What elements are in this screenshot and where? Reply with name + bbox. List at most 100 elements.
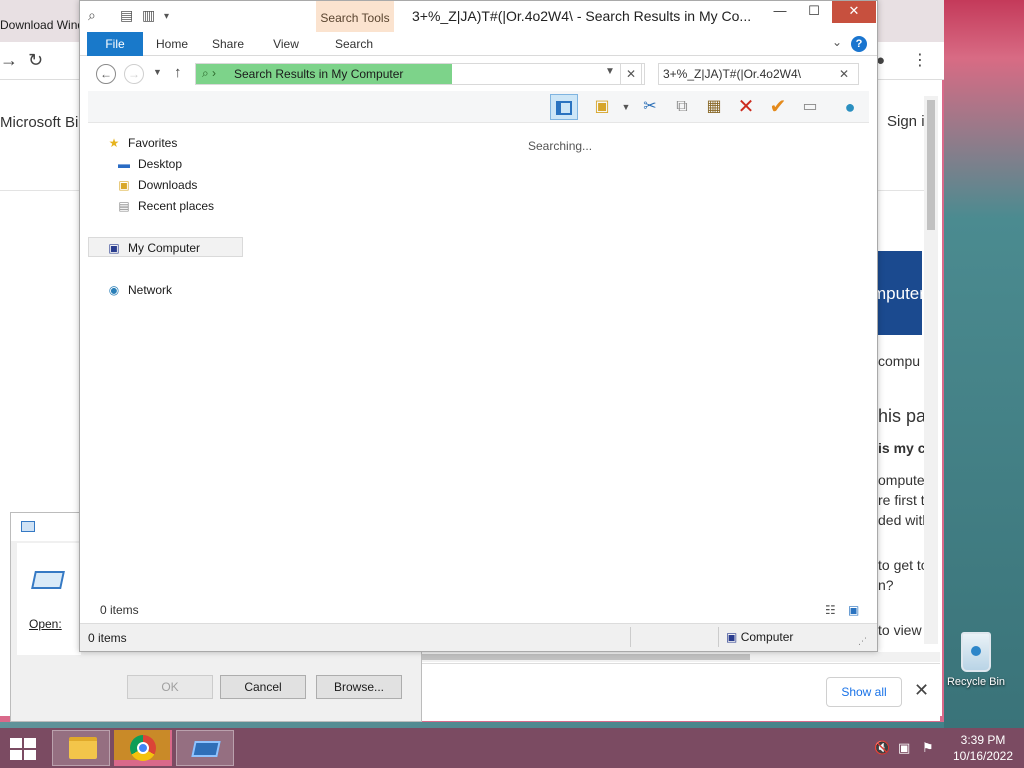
- paste-icon[interactable]: ▦: [700, 94, 728, 120]
- tab-file[interactable]: File: [87, 32, 143, 56]
- tab-home[interactable]: Home: [150, 32, 194, 56]
- help-icon[interactable]: ?: [851, 36, 867, 52]
- minimize-button[interactable]: —: [763, 1, 797, 23]
- forward-arrow-icon[interactable]: →: [124, 64, 144, 84]
- clock[interactable]: 3:39 PM 10/16/2022: [948, 732, 1018, 764]
- scrollbar-thumb[interactable]: [420, 654, 750, 660]
- action-center-icon[interactable]: ⚑: [922, 740, 934, 756]
- clock-date: 10/16/2022: [952, 749, 1014, 763]
- ok-button[interactable]: OK: [127, 675, 213, 699]
- windows-logo-icon: [24, 738, 36, 748]
- volume-muted-icon[interactable]: 🔇: [874, 740, 890, 756]
- clear-search-icon[interactable]: ✕: [839, 67, 849, 81]
- close-button[interactable]: ✕: [832, 1, 876, 23]
- cut-icon[interactable]: ✂: [636, 94, 664, 120]
- nav-desktop-label: Desktop: [138, 157, 183, 171]
- search-icon[interactable]: ⌕: [88, 7, 96, 24]
- stop-search-button[interactable]: ✕: [620, 63, 642, 85]
- divider: [630, 627, 631, 647]
- taskbar-run[interactable]: [176, 730, 234, 766]
- banner-text: mputer: [878, 284, 922, 303]
- desktop-icon: ▬: [118, 157, 130, 171]
- navigation-pane: ★ Favorites ▬ Desktop ▣ Downloads ▤ Recent p…: [88, 123, 248, 623]
- page-text-line: compu: [878, 353, 921, 369]
- maximize-button[interactable]: ☐: [797, 1, 831, 23]
- chevron-down-icon[interactable]: ⌄: [832, 35, 842, 49]
- recycle-bin-label: Recycle Bin: [946, 676, 1006, 688]
- nav-network-label: Network: [128, 283, 173, 297]
- status-location-label: Computer: [740, 630, 794, 644]
- rename-check-icon[interactable]: ✔: [764, 94, 792, 120]
- globe-icon[interactable]: ●: [836, 94, 864, 120]
- forward-arrow-icon[interactable]: →: [0, 50, 18, 71]
- address-bar[interactable]: ⌕ › Search Results in My Computer ▼: [195, 63, 645, 85]
- network-tray-icon[interactable]: ▣: [898, 740, 910, 756]
- open-label: Open:: [29, 617, 62, 631]
- horizontal-scrollbar[interactable]: [420, 652, 940, 662]
- preview-pane-icon[interactable]: [550, 94, 578, 120]
- file-list-area[interactable]: Searching...: [248, 123, 868, 603]
- taskbar: 🔇 ▣ ⚑ 3:39 PM 10/16/2022: [0, 728, 1024, 768]
- properties-icon[interactable]: ▭: [796, 94, 824, 120]
- status-bar: 0 items ▣ Computer ⋰: [80, 623, 877, 651]
- nav-downloads[interactable]: ▣ Downloads: [116, 175, 197, 195]
- vertical-scrollbar[interactable]: [924, 96, 938, 644]
- sign-in-link[interactable]: Sign i: [887, 113, 925, 130]
- chrome-tab-title[interactable]: Download Wind: [0, 18, 84, 32]
- nav-favorites[interactable]: ★ Favorites: [106, 133, 178, 153]
- tab-share[interactable]: Share: [206, 32, 250, 56]
- recycle-bin-icon: [961, 632, 991, 672]
- page-banner: mputer: [878, 251, 922, 335]
- search-query-text: 3+%_Z|JA)T#(|Or.4o2W4\: [663, 67, 801, 81]
- back-arrow-icon[interactable]: ←: [96, 64, 116, 84]
- page-text-line: ded with: [878, 512, 924, 528]
- large-icons-view-icon[interactable]: ▣: [848, 603, 859, 617]
- properties-icon[interactable]: ▤: [120, 7, 133, 24]
- close-icon[interactable]: ✕: [914, 680, 929, 701]
- bing-brand-text[interactable]: Microsoft Bin: [0, 114, 87, 131]
- customize-qat-icon[interactable]: ▾: [164, 11, 169, 22]
- search-tools-context-tab[interactable]: Search Tools: [316, 1, 394, 32]
- delete-icon[interactable]: ✕: [732, 94, 760, 120]
- star-icon: ★: [108, 136, 120, 150]
- copy-icon[interactable]: ⧉: [668, 94, 696, 120]
- reload-icon[interactable]: ↻: [28, 50, 43, 71]
- tab-view[interactable]: View: [264, 32, 308, 56]
- taskbar-chrome[interactable]: [114, 730, 172, 766]
- chrome-icon: [130, 735, 156, 761]
- nav-favorites-label: Favorites: [128, 136, 178, 150]
- up-arrow-icon[interactable]: ↑: [174, 64, 182, 81]
- page-text-line: to view: [878, 622, 922, 638]
- run-icon: [21, 521, 35, 532]
- page-heading: his pag: [878, 406, 924, 426]
- tab-search[interactable]: Search: [320, 32, 388, 56]
- page-text-line: n?: [878, 577, 894, 593]
- divider: [878, 190, 924, 191]
- scrollbar-thumb[interactable]: [927, 100, 935, 230]
- folder-icon: [69, 737, 97, 759]
- page-text-line: ompute: [878, 472, 924, 488]
- nav-my-computer[interactable]: ▣ My Computer: [88, 237, 243, 257]
- taskbar-file-explorer[interactable]: [52, 730, 110, 766]
- nav-downloads-label: Downloads: [138, 178, 198, 192]
- show-all-button[interactable]: Show all: [826, 677, 902, 707]
- nav-recent-places[interactable]: ▤ Recent places: [116, 196, 214, 216]
- nav-network[interactable]: ◉ Network: [106, 280, 172, 300]
- cancel-button[interactable]: Cancel: [220, 675, 306, 699]
- address-text: Search Results in My Computer: [234, 67, 404, 81]
- resize-grip-icon[interactable]: ⋰: [858, 636, 867, 647]
- ribbon-tab-bar: File Home Share View Search ⌄ ?: [80, 32, 877, 56]
- recent-locations-chevron-icon[interactable]: ▼: [153, 67, 162, 77]
- browse-button[interactable]: Browse...: [316, 675, 402, 699]
- nav-desktop[interactable]: ▬ Desktop: [116, 154, 182, 174]
- menu-kebab-icon[interactable]: ⋮: [912, 50, 928, 70]
- divider: [0, 190, 79, 191]
- search-location-icon: ⌕ ›: [202, 66, 217, 80]
- window-title: 3+%_Z|JA)T#(|Or.4o2W4\ - Search Results …: [412, 8, 752, 24]
- new-folder-icon[interactable]: ▥: [142, 7, 155, 24]
- address-dropdown-icon[interactable]: ▼: [605, 66, 615, 77]
- details-view-icon[interactable]: ☷: [825, 603, 836, 617]
- search-input[interactable]: 3+%_Z|JA)T#(|Or.4o2W4\ ✕: [658, 63, 859, 85]
- recycle-bin-shortcut[interactable]: Recycle Bin: [946, 632, 1006, 688]
- start-button[interactable]: [10, 738, 38, 760]
